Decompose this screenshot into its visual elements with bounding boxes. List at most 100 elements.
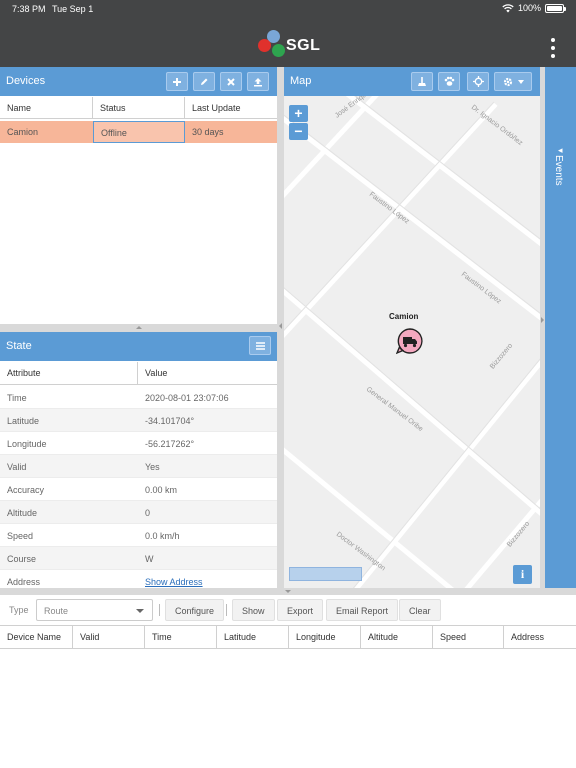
report-grid-header: Device Name Valid Time Latitude Longitud… [0,626,576,649]
report-type-value: Route [44,606,69,616]
col-latitude[interactable]: Latitude [217,626,289,649]
chevron-down-icon [136,609,144,613]
device-last-update: 30 days [192,127,224,137]
configure-button[interactable]: Configure [165,599,225,621]
export-button[interactable]: Export [277,599,324,621]
map-follow-button[interactable] [438,72,460,91]
state-row: Valid Yes [0,455,277,478]
remove-device-button[interactable] [220,72,242,91]
add-icon [173,77,181,86]
col-name[interactable]: Name [0,97,93,119]
device-marker[interactable] [395,327,424,355]
battery-percent: 100% [517,3,541,13]
device-status: Offline [93,121,185,143]
app-logo: SGL [258,30,328,64]
map-locate-button[interactable] [467,72,489,91]
map-scale-bar [289,567,362,581]
map-marker-label: Camion [389,312,419,321]
col-longitude[interactable]: Longitude [289,626,361,649]
report-type-select[interactable]: Route [36,599,153,621]
col-address[interactable]: Address [504,626,576,649]
battery-icon [545,3,566,13]
state-options-button[interactable] [249,336,271,355]
col-attribute[interactable]: Attribute [0,362,138,385]
toolbar-separator [159,604,160,616]
show-button[interactable]: Show [232,599,275,621]
collapse-right-arrow-icon [541,317,544,323]
remove-icon [227,77,235,86]
zoom-out-button[interactable]: − [289,123,308,140]
state-attr: Valid [7,462,27,472]
edit-device-button[interactable] [193,72,215,91]
map-attribution-info-button[interactable]: i [513,565,532,584]
upload-icon [254,77,262,86]
list-icon [255,341,265,350]
state-row: Speed 0.0 km/h [0,524,277,547]
state-value: -34.101704° [145,416,195,426]
col-device-name[interactable]: Device Name [0,626,73,649]
col-speed[interactable]: Speed [433,626,504,649]
collapse-arrow-icon [136,326,142,329]
state-attr: Time [7,393,27,403]
edit-icon [201,78,208,85]
state-row: Course W [0,547,277,570]
toolbar-separator [226,604,227,616]
state-header: State [0,332,277,361]
wifi-icon [502,3,514,12]
status-time: 7:38 PM [12,4,46,14]
street-line [284,288,540,516]
state-row: Altitude 0 [0,501,277,524]
logo-text: SGL [286,37,321,54]
show-address-link[interactable]: Show Address [145,577,203,587]
col-status[interactable]: Status [93,97,185,119]
devices-state-splitter[interactable] [0,324,277,332]
upload-device-button[interactable] [247,72,269,91]
state-attr: Latitude [7,416,40,426]
collapse-down-arrow-icon [285,590,291,593]
state-value: 0.0 km/h [145,531,180,541]
email-report-button[interactable]: Email Report [326,599,399,621]
state-attr: Speed [7,531,34,541]
collapse-left-arrow-icon [279,323,282,329]
state-row: Accuracy 0.00 km [0,478,277,501]
col-value[interactable]: Value [138,362,277,385]
state-value: 2020-08-01 23:07:06 [145,393,229,403]
more-menu-icon[interactable] [546,38,560,58]
map-geofence-button[interactable] [411,72,433,91]
state-grid-header: Attribute Value [0,362,277,385]
state-value: -56.217262° [145,439,195,449]
bottom-splitter[interactable] [0,588,576,595]
pin-icon [418,77,426,86]
report-grid-body [0,650,576,768]
col-altitude[interactable]: Altitude [361,626,433,649]
map-title: Map [290,75,312,87]
street-line [284,447,455,588]
gear-icon [503,77,513,86]
clear-button[interactable]: Clear [399,599,441,621]
chevron-down-icon [518,79,524,84]
state-attr: Course [7,554,37,564]
events-panel[interactable]: ◂ Events [545,67,576,588]
report-toolbar: Type Route Configure Show Export Email R… [0,595,576,626]
col-time[interactable]: Time [145,626,217,649]
state-value: 0.00 km [145,485,178,495]
map-header: Map [284,67,540,96]
status-date: Tue Sep 1 [52,4,94,14]
logo-green-dot [272,44,285,57]
status-bar: 7:38 PM Tue Sep 1 100% [0,0,576,18]
add-device-button[interactable] [166,72,188,91]
col-last-update[interactable]: Last Update [185,97,277,119]
device-name: Camion [7,127,39,137]
device-row[interactable]: Camion Offline 30 days [0,121,277,143]
status-right: 100% [502,3,566,13]
col-valid[interactable]: Valid [73,626,145,649]
paw-icon [444,76,454,86]
map-canvas[interactable]: Camion José Enrique Rodó Faustino López Fa… [284,96,540,588]
state-attr: Address [7,577,41,587]
state-attr: Accuracy [7,485,45,495]
crosshair-icon [472,76,484,87]
map-settings-button[interactable] [494,72,532,91]
left-map-splitter[interactable] [277,67,284,588]
devices-header: Devices [0,67,277,96]
zoom-in-button[interactable]: + [289,105,308,122]
